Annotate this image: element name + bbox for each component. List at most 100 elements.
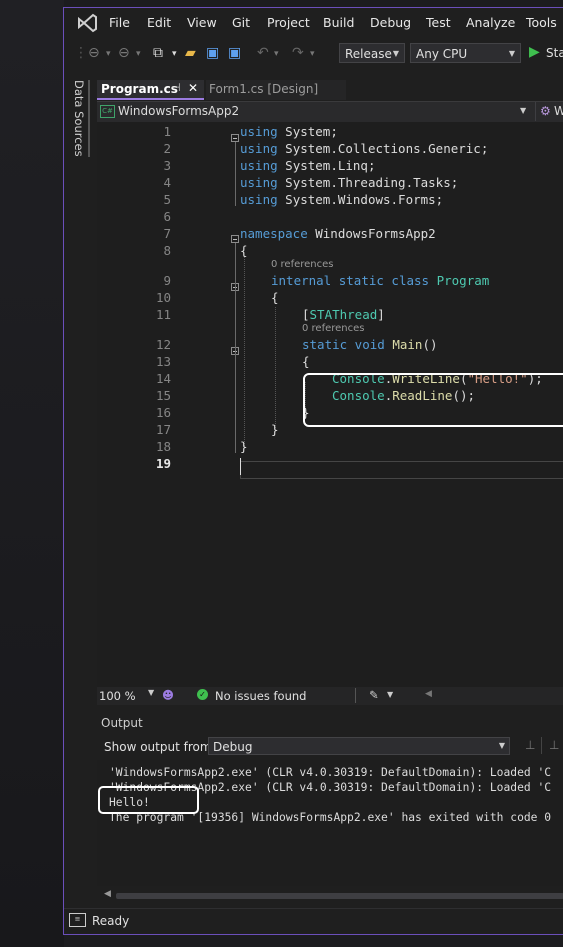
code-text: System.Threading.Tasks; xyxy=(277,175,459,190)
chevron-down-icon: ▼ xyxy=(392,49,399,58)
status-bar: ≡ Ready xyxy=(64,908,563,934)
navigate-forward-icon[interactable]: ⊖ xyxy=(118,45,130,61)
output-panel-title[interactable]: Output xyxy=(101,716,143,730)
output-source-select[interactable]: Debug ▼ xyxy=(208,737,510,755)
forward-dropdown-icon[interactable]: ▾ xyxy=(136,49,141,59)
scroll-left-icon[interactable]: ◀ xyxy=(104,889,111,899)
chevron-down-icon[interactable]: ▼ xyxy=(387,690,393,699)
scroll-left-icon[interactable]: ◀ xyxy=(425,689,432,699)
code-keyword: namespace xyxy=(240,226,308,241)
text-cursor xyxy=(240,458,241,475)
output-text-area[interactable]: 'WindowsFormsApp2.exe' (CLR v4.0.30319: … xyxy=(97,760,563,886)
show-output-label: Show output from: xyxy=(104,740,216,754)
notifications-icon[interactable]: ≡ xyxy=(69,913,86,927)
menu-bar: File Edit View Git Project Build Debug T… xyxy=(64,8,563,38)
output-source-row: Show output from: Debug ▼ ⊥ ⊥ xyxy=(97,737,563,757)
code-line-9: internal static class Program xyxy=(271,273,489,288)
indent-guide xyxy=(275,307,276,428)
pin-icon[interactable]: ⊣ xyxy=(171,81,181,94)
code-editor[interactable]: 1 2 3 4 5 6 7 8 9 10 11 12 13 14 15 16 1… xyxy=(97,122,563,687)
menu-analyze[interactable]: Analyze xyxy=(466,15,515,30)
navigate-back-icon[interactable]: ⊖ xyxy=(88,45,100,61)
menu-debug[interactable]: Debug xyxy=(370,15,411,30)
code-cleanup-icon[interactable]: ✎ xyxy=(369,688,379,702)
codelens-references[interactable]: 0 references xyxy=(271,259,334,270)
back-dropdown-icon[interactable]: ▾ xyxy=(106,49,111,59)
output-horizontal-scrollbar[interactable]: ◀ xyxy=(104,889,563,901)
menu-build[interactable]: Build xyxy=(323,15,354,30)
save-all-icon[interactable]: ▣ xyxy=(228,45,241,61)
menu-edit[interactable]: Edit xyxy=(147,15,171,30)
save-icon[interactable]: ▣ xyxy=(206,45,219,61)
code-line-4: using System.Threading.Tasks; xyxy=(240,175,458,190)
menu-file[interactable]: File xyxy=(109,15,130,30)
redo-icon[interactable]: ↷ xyxy=(292,45,304,61)
chevron-down-icon[interactable]: ▼ xyxy=(148,688,154,697)
code-text: System.Collections.Generic; xyxy=(277,141,489,156)
indent-guide xyxy=(244,256,245,446)
clear-all-icon[interactable]: ⊥ xyxy=(549,738,559,752)
line-number: 3 xyxy=(163,158,171,173)
find-message-icon[interactable]: ⊥ xyxy=(525,738,535,752)
tab-program-cs[interactable]: Program.cs ⊣ ✕ xyxy=(97,80,204,100)
current-line-highlight xyxy=(240,461,563,479)
start-button-label[interactable]: Sta xyxy=(546,46,563,60)
code-keyword: using xyxy=(240,175,278,190)
line-number-current: 19 xyxy=(155,456,171,471)
undo-icon[interactable]: ↶ xyxy=(257,45,269,61)
solution-platform-select[interactable]: Any CPU ▼ xyxy=(410,43,521,63)
menu-test[interactable]: Test xyxy=(426,15,451,30)
code-line-13: { xyxy=(302,354,310,369)
open-file-icon[interactable]: ▰ xyxy=(185,45,196,61)
chevron-down-icon: ▼ xyxy=(508,49,515,58)
project-selector-label[interactable]: WindowsFormsApp2 xyxy=(118,104,239,118)
line-number: 5 xyxy=(163,192,171,207)
check-icon: ✓ xyxy=(197,689,208,700)
data-sources-tab[interactable]: Data Sources xyxy=(72,80,90,157)
start-play-icon[interactable]: ▶ xyxy=(529,44,540,60)
collapse-region-icon[interactable] xyxy=(231,235,239,243)
issues-status[interactable]: No issues found xyxy=(215,689,306,703)
code-line-8: { xyxy=(240,243,248,258)
new-item-dropdown-icon[interactable]: ▾ xyxy=(172,49,177,59)
code-line-2: using System.Collections.Generic; xyxy=(240,141,488,156)
close-icon[interactable]: ✕ xyxy=(188,81,198,95)
chevron-down-icon[interactable]: ▼ xyxy=(520,106,526,115)
solution-configuration-select[interactable]: Release ▼ xyxy=(339,43,405,63)
undo-dropdown-icon[interactable]: ▾ xyxy=(274,49,279,59)
member-selector-label[interactable]: W xyxy=(554,104,563,118)
code-line-7: namespace WindowsFormsApp2 xyxy=(240,226,436,241)
intellicode-icon[interactable]: ☻ xyxy=(162,688,174,702)
status-divider xyxy=(355,688,356,703)
output-source-value: Debug xyxy=(213,740,253,754)
collapse-region-icon[interactable] xyxy=(231,134,239,142)
code-method: Main xyxy=(384,337,423,352)
line-number: 12 xyxy=(155,337,171,352)
tab-label: Program.cs xyxy=(101,82,178,96)
code-keyword: static xyxy=(331,273,384,288)
redo-dropdown-icon[interactable]: ▾ xyxy=(310,49,315,59)
code-line-17: } xyxy=(271,422,279,437)
code-keyword: using xyxy=(240,192,278,207)
codelens-references[interactable]: 0 references xyxy=(302,323,365,334)
code-line-1: using System; xyxy=(240,124,338,139)
document-tab-strip: Program.cs ⊣ ✕ Form1.cs [Design] xyxy=(97,80,563,100)
new-item-icon[interactable]: ⧉ xyxy=(153,45,163,61)
code-line-12: static void Main() xyxy=(302,337,438,352)
tab-form1-design[interactable]: Form1.cs [Design] xyxy=(206,80,346,100)
code-line-18: } xyxy=(240,439,248,454)
menu-project[interactable]: Project xyxy=(267,15,310,30)
zoom-level[interactable]: 100 % xyxy=(99,689,136,703)
annotation-highlight-box xyxy=(303,373,563,427)
line-number: 13 xyxy=(155,354,171,369)
line-number: 7 xyxy=(163,226,171,241)
menu-git[interactable]: Git xyxy=(232,15,250,30)
code-keyword: using xyxy=(240,141,278,156)
code-keyword: using xyxy=(240,124,278,139)
menu-view[interactable]: View xyxy=(187,15,217,30)
menu-tools[interactable]: Tools xyxy=(526,15,557,30)
toolbar-divider xyxy=(541,737,542,754)
chevron-down-icon: ▼ xyxy=(498,741,505,750)
scrollbar-thumb[interactable] xyxy=(116,893,563,899)
visual-studio-window: File Edit View Git Project Build Debug T… xyxy=(63,7,563,935)
